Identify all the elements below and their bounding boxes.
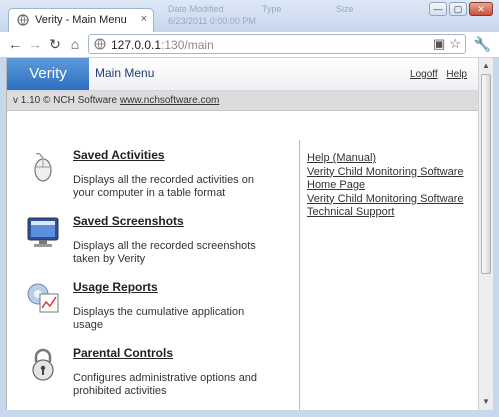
scrollbar-thumb[interactable]: [481, 74, 491, 274]
window-controls: — ▢ ✕: [429, 2, 493, 16]
page-content: Verity Main Menu Logoff Help v 1.10 © NC…: [6, 58, 479, 410]
wrench-menu-icon[interactable]: 🔧: [474, 36, 491, 53]
background-window-text: 6/23/2011 0:00:00 PM: [168, 16, 256, 26]
background-window-text: Size: [336, 4, 354, 14]
forward-arrow-icon[interactable]: →: [26, 35, 44, 53]
version-bar: v 1.10 © NCH Software www.nchsoftware.co…: [7, 91, 479, 111]
parental-controls-link[interactable]: Parental Controls: [73, 346, 173, 360]
browser-tab[interactable]: Verity - Main Menu ×: [8, 8, 154, 32]
maximize-button[interactable]: ▢: [449, 2, 467, 16]
url-host: 127.0.0.1: [111, 38, 162, 52]
column-divider: [299, 140, 300, 410]
saved-screenshots-link[interactable]: Saved Screenshots: [73, 214, 184, 228]
help-links: Help (Manual) Verity Child Monitoring So…: [307, 152, 477, 220]
address-bar-actions: ▣ ☆: [433, 36, 461, 52]
back-arrow-icon[interactable]: ←: [6, 35, 24, 53]
menu-item-saved-activities: Saved Activities Displays all the record…: [25, 148, 285, 208]
home-page-link[interactable]: Verity Child Monitoring Software Home Pa…: [307, 166, 477, 193]
report-chart-icon: [27, 283, 59, 313]
vertical-scrollbar[interactable]: ▲ ▼: [478, 58, 493, 410]
minimize-button[interactable]: —: [429, 2, 447, 16]
page-globe-icon: [94, 38, 106, 50]
menu-item-parental-controls: Parental Controls Configures administrat…: [25, 346, 285, 406]
window-border-right: [493, 58, 499, 410]
website-link[interactable]: www.nchsoftware.com: [120, 95, 219, 106]
scroll-up-arrow-icon[interactable]: ▲: [480, 59, 492, 73]
saved-screenshots-description: Displays all the recorded screenshots ta…: [73, 240, 256, 265]
menu-item-saved-screenshots: Saved Screenshots Displays all the recor…: [25, 214, 285, 274]
version-text: v 1.10 © NCH Software: [13, 95, 118, 106]
saved-activities-description: Displays all the recorded activities on …: [73, 174, 254, 199]
globe-icon: [17, 14, 29, 26]
header-links: Logoff Help: [404, 69, 467, 80]
address-bar[interactable]: 127.0.0.1:130/main ▣ ☆: [88, 34, 466, 54]
url-path: :130/main: [161, 38, 214, 52]
page-action-icon[interactable]: ▣: [433, 36, 445, 52]
usage-reports-link[interactable]: Usage Reports: [73, 280, 158, 294]
page-title: Main Menu: [95, 66, 155, 80]
tab-title: Verity - Main Menu: [35, 14, 127, 26]
scroll-down-arrow-icon[interactable]: ▼: [480, 395, 492, 409]
menu-item-usage-reports: Usage Reports Displays the cumulative ap…: [25, 280, 285, 340]
usage-reports-description: Displays the cumulative application usag…: [73, 306, 245, 331]
bookmark-star-icon[interactable]: ☆: [449, 36, 461, 52]
saved-activities-link[interactable]: Saved Activities: [73, 148, 165, 162]
browser-toolbar: ← → ↻ ⌂ 127.0.0.1:130/main ▣ ☆ 🔧: [0, 32, 499, 58]
padlock-icon: [32, 348, 54, 381]
background-window-text: Type: [262, 4, 282, 14]
mouse-icon: [34, 152, 52, 182]
help-link[interactable]: Help: [446, 69, 467, 80]
url-text: 127.0.0.1:130/main: [111, 38, 214, 52]
logoff-link[interactable]: Logoff: [410, 69, 438, 80]
browser-titlebar: Date Modified Type Size 6/23/2011 0:00:0…: [0, 0, 499, 33]
window-border-bottom: [0, 410, 499, 417]
home-icon[interactable]: ⌂: [66, 35, 84, 53]
reload-icon[interactable]: ↻: [46, 35, 64, 53]
brand-logo: Verity: [7, 58, 89, 90]
background-window-text: Date Modified: [168, 4, 224, 14]
tab-close-icon[interactable]: ×: [141, 13, 147, 25]
app-header: Verity Main Menu Logoff Help: [7, 58, 479, 91]
monitor-icon: [27, 217, 59, 247]
help-manual-link[interactable]: Help (Manual): [307, 152, 477, 166]
parental-controls-description: Configures administrative options and pr…: [73, 372, 258, 397]
technical-support-link[interactable]: Verity Child Monitoring Software Technic…: [307, 193, 477, 220]
close-window-button[interactable]: ✕: [469, 2, 493, 16]
